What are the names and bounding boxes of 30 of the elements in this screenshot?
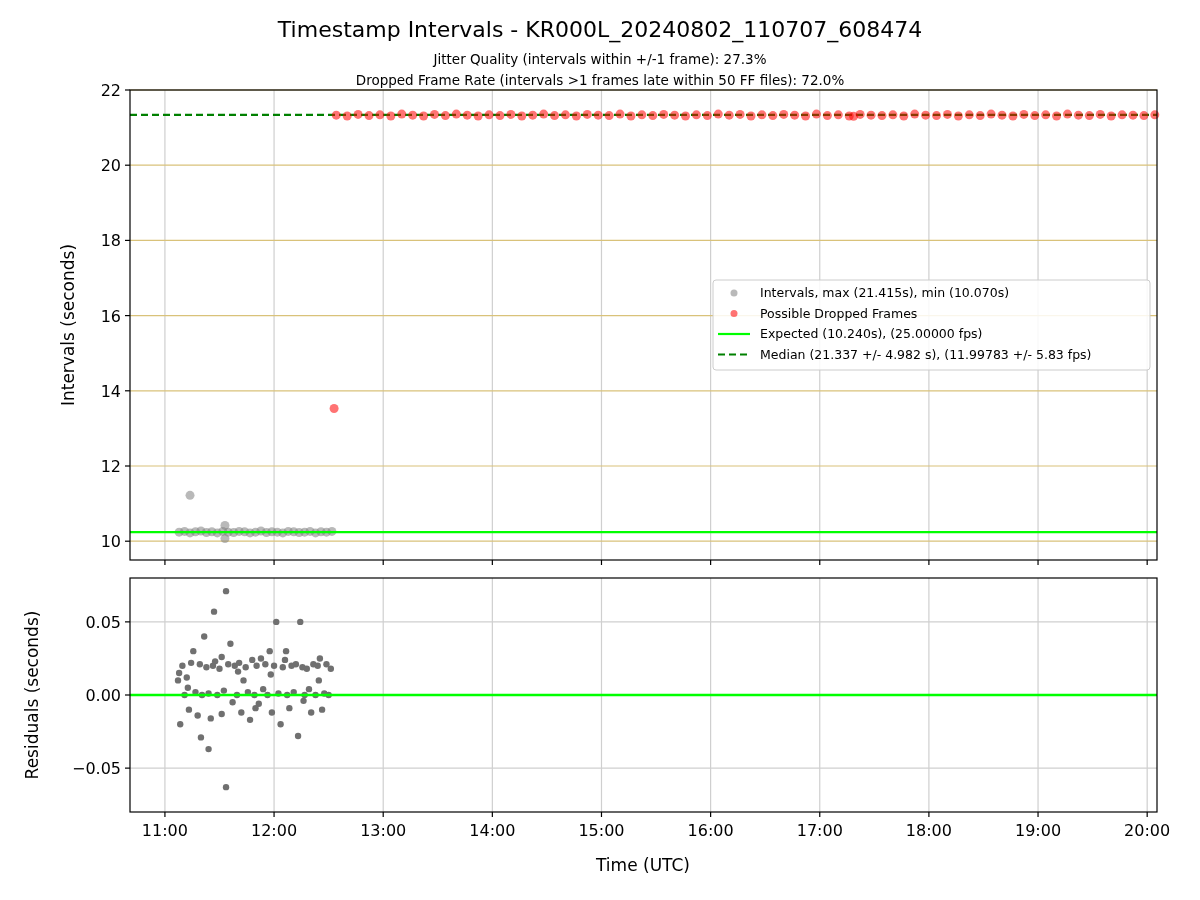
y-tick-label: 0.00 [85, 686, 121, 705]
legend-label: Median (21.337 +/- 4.982 s), (11.99783 +/- 5.83 fps) [760, 346, 1092, 362]
x-tick-label: 18:00 [905, 821, 952, 840]
y-tick-label: 20 [100, 156, 121, 176]
y-tick-label: 0.05 [85, 612, 121, 632]
y-tick-label: −0.05 [71, 759, 121, 779]
x-tick-label: 20:00 [1124, 821, 1171, 840]
x-tick-label: 11:00 [141, 821, 188, 840]
x-axis-label: Time (UTC) [596, 855, 690, 875]
y-tick-label: 14 [100, 381, 121, 401]
x-tick-label: 14:00 [469, 821, 516, 840]
y-axis-label: Residuals (seconds) [22, 610, 42, 780]
x-tick-label: 19:00 [1015, 821, 1062, 840]
y-tick-label: 18 [100, 231, 121, 251]
y-axis-label: Intervals (seconds) [58, 243, 78, 407]
y-tick-label: 10 [100, 532, 121, 552]
y-tick-label: 12 [100, 457, 121, 476]
x-tick-label: 17:00 [796, 821, 843, 840]
chart-subtitle: Jitter Quality (intervals within +/-1 frame): 27.3% [433, 51, 767, 67]
chart-title: Timestamp Intervals - KR000L_20240802_110707_608474 [277, 17, 923, 42]
x-tick-label: 16:00 [687, 821, 734, 840]
legend-label: Possible Dropped Frames [760, 305, 918, 321]
x-tick-label: 15:00 [578, 821, 625, 840]
chart-subtitle: Dropped Frame Rate (intervals >1 frames late within 50 FF files): 72.0% [355, 72, 845, 88]
y-tick-label: 16 [100, 306, 121, 326]
y-tick-label: 22 [100, 81, 121, 100]
legend-label: Expected (10.240s), (25.00000 fps) [760, 326, 983, 341]
legend-label: Intervals, max (21.415s), min (10.070s) [760, 285, 1010, 300]
x-tick-label: 13:00 [360, 821, 407, 840]
x-tick-label: 12:00 [251, 821, 298, 840]
